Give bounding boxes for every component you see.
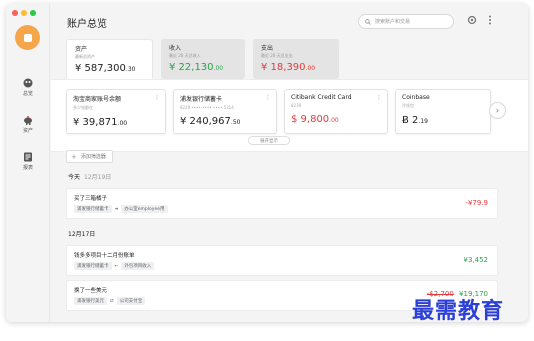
sidebar-item-label: 资产 bbox=[22, 128, 33, 134]
transaction-row[interactable]: 买了三箱橘子 浦发银行储蓄卡 ➜ 办公室employee用 -¥79.9 bbox=[66, 188, 498, 219]
destination-account-tag: 公司支付宝 bbox=[116, 297, 146, 305]
transaction-name: 买了三箱橘子 bbox=[74, 196, 108, 202]
transaction-amount: -¥79.9 bbox=[465, 199, 488, 207]
main-content: 账户总览 搜索账户和交易 资产 最新总资产 ¥ 587,300.30 收入 最近… bbox=[51, 4, 528, 322]
add-filter-button[interactable]: + 添加筛选器 bbox=[66, 150, 113, 163]
account-card[interactable]: 浦发银行储蓄卡 8229 •••• •••• •••• 5314 ¥ 240,9… bbox=[173, 89, 277, 134]
transfer-icon: ⇄ bbox=[110, 298, 114, 304]
category-tag: 外包项目收入 bbox=[121, 262, 155, 270]
transaction-name: 换了一些美元 bbox=[74, 288, 108, 294]
arrow-right-icon: ➜ bbox=[114, 206, 119, 212]
sidebar-item-reports[interactable]: 报表 bbox=[6, 152, 50, 171]
more-vertical-icon[interactable] bbox=[487, 15, 493, 25]
account-name: Citibank Credit Card bbox=[291, 94, 352, 101]
category-tag: 办公室employee用 bbox=[121, 205, 168, 213]
account-name: 淘宝商家账号余额 bbox=[73, 96, 122, 103]
summary-subtitle: 最新总资产 bbox=[75, 54, 95, 59]
piggy-bank-icon bbox=[24, 116, 32, 125]
day-header: 今天 12月19日 bbox=[68, 174, 112, 181]
sidebar-item-label: 报表 bbox=[22, 165, 33, 171]
source-account-tag: 浦发银行储蓄卡 bbox=[74, 262, 112, 270]
report-icon bbox=[24, 152, 32, 162]
add-filter-label: 添加筛选器 bbox=[80, 154, 106, 160]
day-header: 12月17日 bbox=[68, 231, 96, 238]
account-subtitle: 8229 •••• •••• •••• 5314 bbox=[180, 105, 234, 110]
account-card[interactable]: Citibank Credit Card 8239 $ 9,800.00 ⋮ bbox=[284, 89, 388, 134]
next-cards-button[interactable]: › bbox=[489, 102, 506, 119]
watermark-logo: 最需教育 bbox=[412, 298, 505, 324]
window-controls bbox=[12, 10, 36, 16]
summary-expense[interactable]: 支出 最近 28 天总支出 ¥ 18,390.00 bbox=[253, 39, 339, 79]
account-name: 浦发银行储蓄卡 bbox=[180, 96, 223, 103]
more-icon[interactable]: ⋮ bbox=[376, 94, 382, 101]
summary-subtitle: 最近 28 天总支出 bbox=[261, 53, 293, 58]
transaction-amount: ¥3,452 bbox=[463, 256, 489, 264]
expand-button[interactable]: 展开显示 bbox=[248, 136, 290, 145]
summary-income[interactable]: 收入 最近 28 天总收入 ¥ 22,130.00 bbox=[161, 39, 245, 79]
account-name: Coinbase bbox=[402, 94, 430, 101]
transaction-accounts: 浦发银行美元 ⇄ 公司支付宝 bbox=[74, 297, 146, 305]
summary-label: 资产 bbox=[75, 46, 88, 53]
account-subtitle: 多少钱都在 bbox=[73, 105, 93, 110]
account-subtitle: 8239 bbox=[291, 103, 302, 108]
account-card[interactable]: Coinbase 冷钱包 Ƀ 2.19 bbox=[395, 89, 491, 134]
sidebar-item-overview[interactable]: 总览 bbox=[6, 78, 50, 97]
avatar-square-icon bbox=[23, 33, 32, 42]
search-placeholder: 搜索账户和交易 bbox=[375, 19, 411, 25]
transaction-accounts: 浦发银行储蓄卡 ➜ 办公室employee用 bbox=[74, 205, 168, 213]
search-input[interactable]: 搜索账户和交易 bbox=[358, 14, 454, 29]
arrow-left-icon: ← bbox=[114, 263, 119, 269]
close-window-button[interactable] bbox=[12, 10, 18, 16]
account-balance: ¥ 240,967.50 bbox=[180, 116, 241, 127]
settings-icon[interactable] bbox=[467, 15, 477, 25]
summary-subtitle: 最近 28 天总收入 bbox=[169, 53, 201, 58]
account-balance: ¥ 39,871.00 bbox=[73, 117, 128, 128]
source-account-tag: 浦发银行美元 bbox=[74, 297, 107, 305]
summary-amount: ¥ 587,300.30 bbox=[75, 63, 136, 74]
minimize-window-button[interactable] bbox=[21, 10, 27, 16]
search-icon bbox=[365, 18, 371, 25]
account-balance: Ƀ 2.19 bbox=[402, 115, 428, 126]
summary-amount: ¥ 18,390.00 bbox=[261, 62, 316, 73]
summary-label: 支出 bbox=[261, 45, 274, 52]
zoom-window-button[interactable] bbox=[30, 10, 36, 16]
transaction-row[interactable]: 钱多多项目十二月份账单 浦发银行储蓄卡 ← 外包项目收入 ¥3,452 bbox=[66, 245, 498, 276]
avatar[interactable] bbox=[15, 25, 40, 50]
account-card[interactable]: 淘宝商家账号余额 多少钱都在 ¥ 39,871.00 ⋮ bbox=[66, 89, 166, 134]
transaction-accounts: 浦发银行储蓄卡 ← 外包项目收入 bbox=[74, 262, 155, 270]
more-icon[interactable]: ⋮ bbox=[265, 94, 271, 101]
account-balance: $ 9,800.00 bbox=[291, 114, 339, 125]
page-title: 账户总览 bbox=[67, 19, 107, 30]
summary-label: 收入 bbox=[169, 45, 182, 52]
overview-icon bbox=[23, 78, 33, 88]
sidebar-item-label: 总览 bbox=[22, 91, 33, 97]
more-icon[interactable]: ⋮ bbox=[154, 94, 160, 101]
source-account-tag: 浦发银行储蓄卡 bbox=[74, 205, 112, 213]
account-subtitle: 冷钱包 bbox=[402, 103, 414, 108]
summary-amount: ¥ 22,130.00 bbox=[169, 62, 224, 73]
sidebar-item-assets[interactable]: 资产 bbox=[6, 115, 50, 134]
plus-icon: + bbox=[71, 152, 77, 161]
sidebar: 总览 资产 报表 bbox=[6, 4, 50, 322]
transaction-name: 钱多多项目十二月份账单 bbox=[74, 253, 135, 259]
chevron-right-icon: › bbox=[495, 106, 500, 115]
app-window: 总览 资产 报表 账户总览 搜索账户和交易 资产 最新总资产 ¥ 587,300… bbox=[6, 4, 528, 322]
summary-assets[interactable]: 资产 最新总资产 ¥ 587,300.30 bbox=[66, 39, 153, 80]
